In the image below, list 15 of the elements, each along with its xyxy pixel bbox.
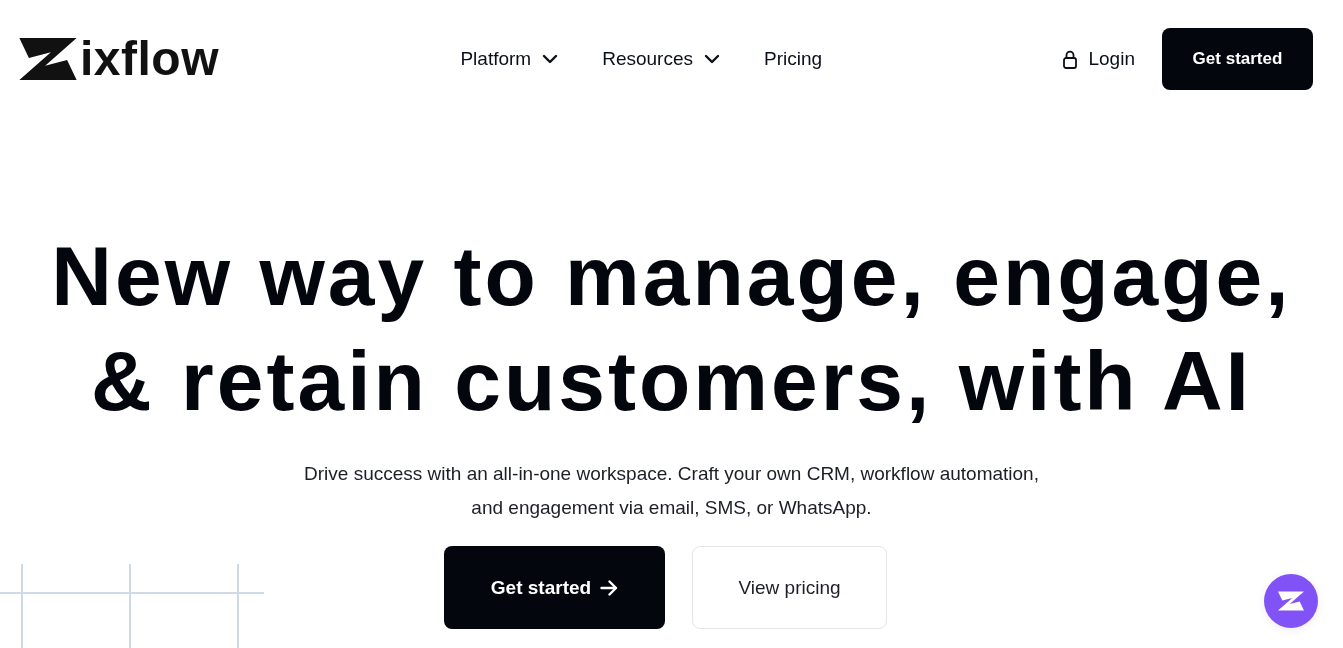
logo-text: ixflow — [80, 32, 219, 86]
nav-link[interactable]: Resources — [602, 47, 720, 71]
get-started-button[interactable]: Get started — [444, 546, 665, 629]
hero-subtitle: Drive success with an all-in-one workspace. Craft your own CRM, workflow automation, and engagement via email, SMS, or WhatsApp. — [303, 462, 1040, 520]
nav-link[interactable]: Pricing — [764, 47, 823, 71]
get-started-button[interactable]: Get started — [1162, 28, 1313, 90]
login-link[interactable]: Login — [1063, 47, 1135, 71]
logo-icon — [18, 38, 78, 80]
logo-icon — [1278, 591, 1304, 611]
arrow-right-icon — [600, 579, 619, 596]
view-pricing-button[interactable]: View pricing — [692, 546, 887, 629]
lock-icon — [1063, 49, 1078, 69]
chat-button[interactable] — [1264, 574, 1318, 628]
nav-link[interactable]: Platform — [460, 47, 559, 71]
hero-headline: New way to manage, engage, & retain customers, with AI — [51, 228, 1292, 430]
